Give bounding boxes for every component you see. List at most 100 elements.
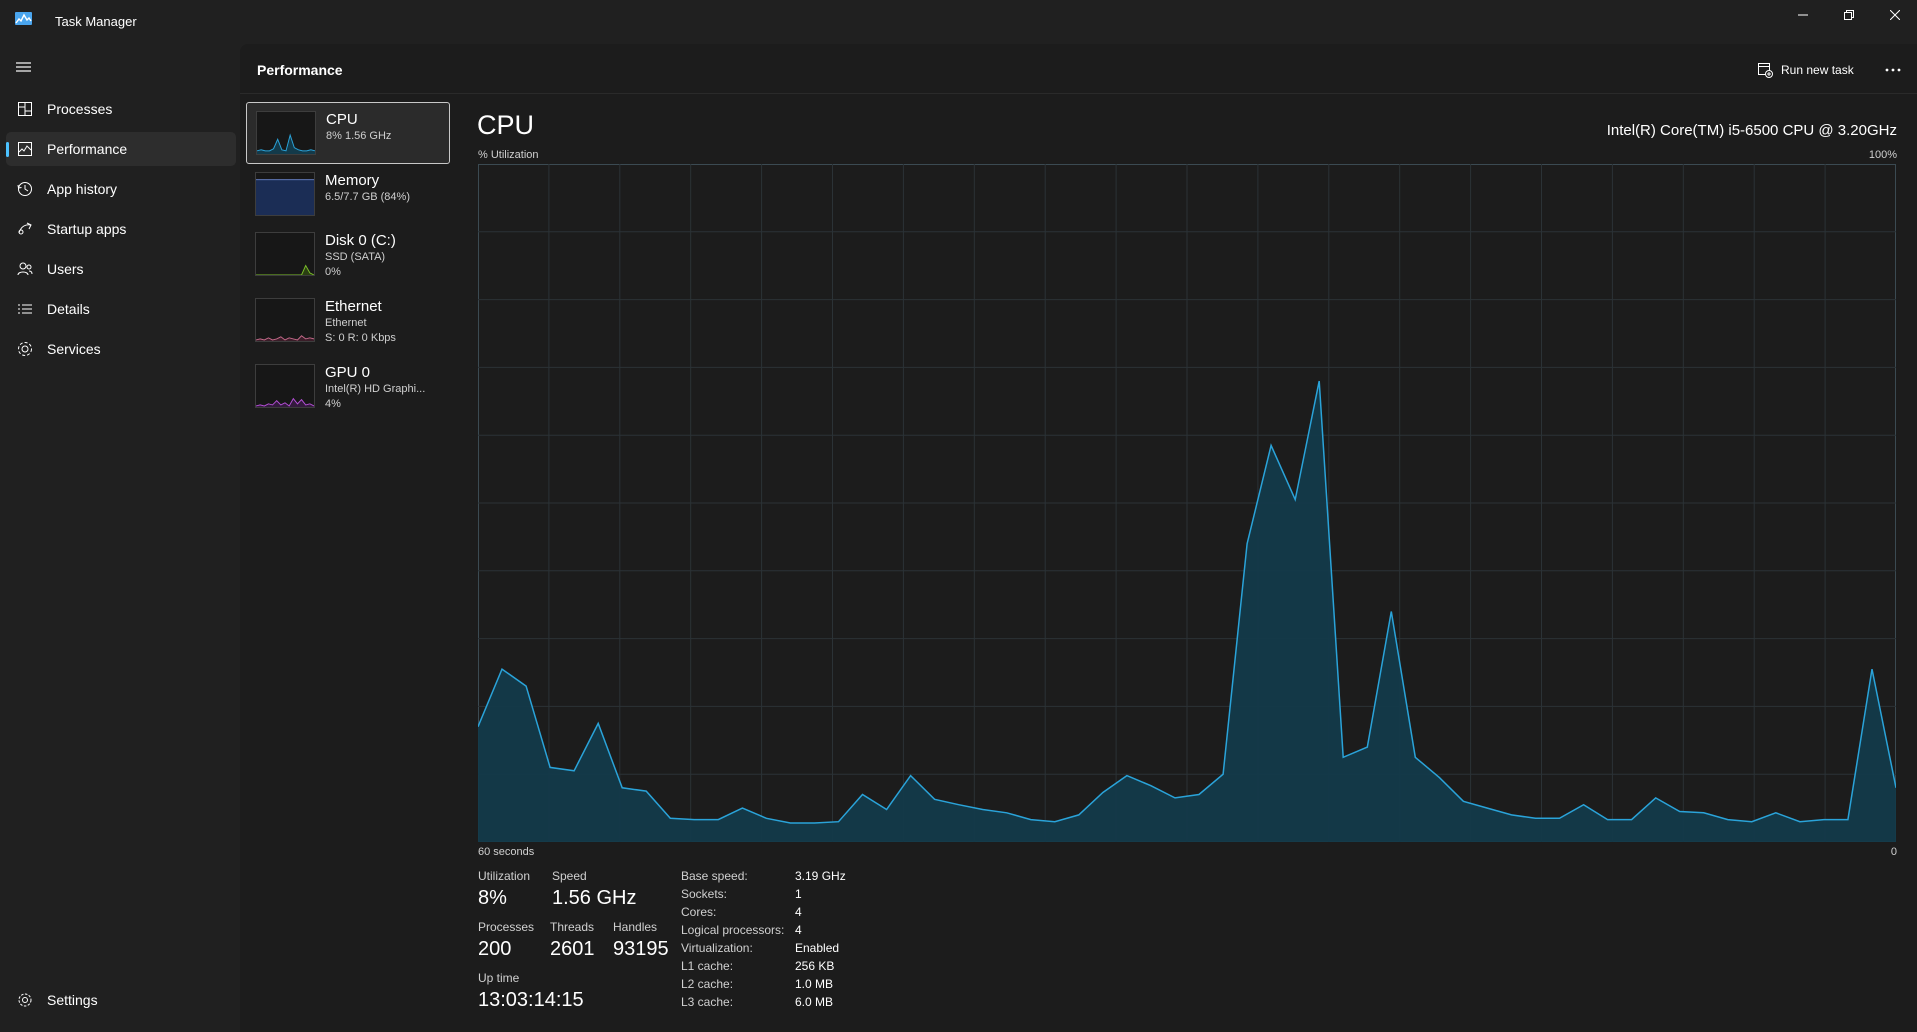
resource-detail: S: 0 R: 0 Kbps (325, 332, 396, 344)
window-title: Task Manager (55, 14, 137, 29)
sidebar-item-app-history[interactable]: App history (6, 172, 236, 206)
resource-detail: Ethernet (325, 317, 367, 329)
handles-value: 93195 (613, 938, 669, 960)
minimize-button[interactable] (1780, 0, 1825, 30)
resource-detail: SSD (SATA) (325, 251, 386, 263)
resource-item-gpu[interactable]: GPU 0 Intel(R) HD Graphi... 4% (246, 356, 450, 418)
ethernet-thumbnail-graph (255, 298, 315, 342)
users-icon (16, 260, 34, 278)
settings-gear-icon (16, 991, 34, 1009)
spec-key: L3 cache: (681, 995, 734, 1009)
thumbnail-line (257, 133, 315, 152)
resource-detail: 4% (325, 398, 341, 410)
graph-y-axis-label: % Utilization (478, 149, 539, 161)
hamburger-menu-icon[interactable] (14, 59, 34, 75)
sidebar-item-label: Details (47, 301, 90, 317)
startup-apps-icon (16, 220, 34, 238)
run-new-task-icon (1758, 63, 1773, 78)
processes-value: 200 (478, 938, 512, 960)
resource-detail: 8% 1.56 GHz (326, 130, 392, 142)
threads-value: 2601 (550, 938, 595, 960)
resource-name: CPU (326, 111, 358, 128)
task-manager-app-icon (15, 12, 32, 25)
sidebar-item-label: Startup apps (47, 221, 127, 237)
spec-value: 1 (795, 887, 802, 901)
gpu-thumbnail-graph (255, 364, 315, 408)
spec-value: 256 KB (795, 959, 835, 973)
spec-key: Sockets: (681, 887, 728, 901)
resource-detail: 6.5/7.7 GB (84%) (325, 191, 410, 203)
sidebar-item-label: Processes (47, 101, 113, 117)
cpu-utilization-graph (478, 164, 1896, 842)
uptime-label: Up time (478, 971, 520, 985)
resource-item-ethernet[interactable]: Ethernet Ethernet S: 0 R: 0 Kbps (246, 290, 450, 352)
spec-value: 4 (795, 923, 802, 937)
close-icon (1889, 10, 1900, 20)
disk-thumbnail-graph (255, 232, 315, 276)
speed-value: 1.56 GHz (552, 887, 637, 909)
resource-detail: Intel(R) HD Graphi... (325, 383, 426, 395)
sidebar-item-startup-apps[interactable]: Startup apps (6, 212, 236, 246)
restore-icon (1843, 10, 1854, 20)
details-icon (16, 300, 34, 318)
run-new-task-button[interactable]: Run new task (1757, 58, 1854, 82)
resource-name: Disk 0 (C:) (325, 232, 396, 249)
sidebar-item-processes[interactable]: Processes (6, 92, 236, 126)
spec-key: L2 cache: (681, 977, 734, 991)
performance-icon (16, 140, 34, 158)
minimize-icon (1797, 14, 1808, 16)
page-header: Performance Run new task (240, 44, 1917, 94)
close-button[interactable] (1872, 0, 1917, 30)
uptime-value: 13:03:14:15 (478, 989, 584, 1011)
memory-thumbnail-graph (255, 172, 315, 216)
spec-key: Base speed: (681, 869, 748, 883)
resource-item-cpu[interactable]: CPU 8% 1.56 GHz (246, 102, 450, 164)
resource-name: Ethernet (325, 298, 382, 315)
graph-x-axis-start: 60 seconds (478, 846, 535, 858)
sidebar-item-performance[interactable]: Performance (6, 132, 236, 166)
restore-button[interactable] (1826, 0, 1871, 30)
more-options-icon (1885, 68, 1901, 72)
graph-y-axis-max: 100% (1868, 149, 1897, 161)
sidebar-item-details[interactable]: Details (6, 292, 236, 326)
resource-name: GPU 0 (325, 364, 371, 381)
processes-label: Processes (478, 920, 535, 934)
resource-name: Memory (325, 172, 380, 189)
handles-label: Handles (613, 920, 658, 934)
sidebar: Processes Performance App history Startu… (0, 44, 240, 1032)
spec-value: 4 (795, 905, 802, 919)
sidebar-item-label: Performance (47, 141, 128, 157)
threads-label: Threads (550, 920, 595, 934)
spec-value: Enabled (795, 941, 840, 955)
services-icon (16, 340, 34, 358)
cpu-thumbnail-graph (256, 111, 316, 155)
sidebar-item-label: App history (47, 181, 118, 197)
spec-value: 1.0 MB (795, 977, 834, 991)
spec-value: 6.0 MB (795, 995, 834, 1009)
page-title: Performance (257, 62, 343, 78)
sidebar-item-settings[interactable]: Settings (6, 983, 236, 1017)
utilization-label: Utilization (478, 869, 531, 883)
sidebar-item-label: Users (47, 261, 84, 277)
utilization-value: 8% (478, 887, 507, 909)
spec-key: Cores: (681, 905, 717, 919)
spec-key: L1 cache: (681, 959, 734, 973)
sidebar-item-label: Services (47, 341, 101, 357)
more-options-button[interactable] (1881, 60, 1905, 80)
resource-detail: 0% (325, 266, 341, 278)
resource-item-disk[interactable]: Disk 0 (C:) SSD (SATA) 0% (246, 224, 450, 286)
sidebar-item-users[interactable]: Users (6, 252, 236, 286)
graph-x-axis-end: 0 (1890, 846, 1897, 858)
processes-icon (16, 100, 34, 118)
cpu-model-name: Intel(R) Core(TM) i5-6500 CPU @ 3.20GHz (1606, 122, 1897, 139)
spec-key: Virtualization: (681, 941, 753, 955)
speed-label: Speed (552, 869, 587, 883)
spec-key: Logical processors: (681, 923, 785, 937)
app-history-icon (16, 180, 34, 198)
cpu-heading: CPU (477, 110, 535, 140)
main-panel: Performance Run new task CPU 8% 1.56 GHz… (240, 44, 1917, 1032)
resource-item-memory[interactable]: Memory 6.5/7.7 GB (84%) (246, 164, 450, 226)
spec-value: 3.19 GHz (795, 869, 846, 883)
sidebar-item-services[interactable]: Services (6, 332, 236, 366)
run-new-task-label: Run new task (1781, 63, 1854, 77)
